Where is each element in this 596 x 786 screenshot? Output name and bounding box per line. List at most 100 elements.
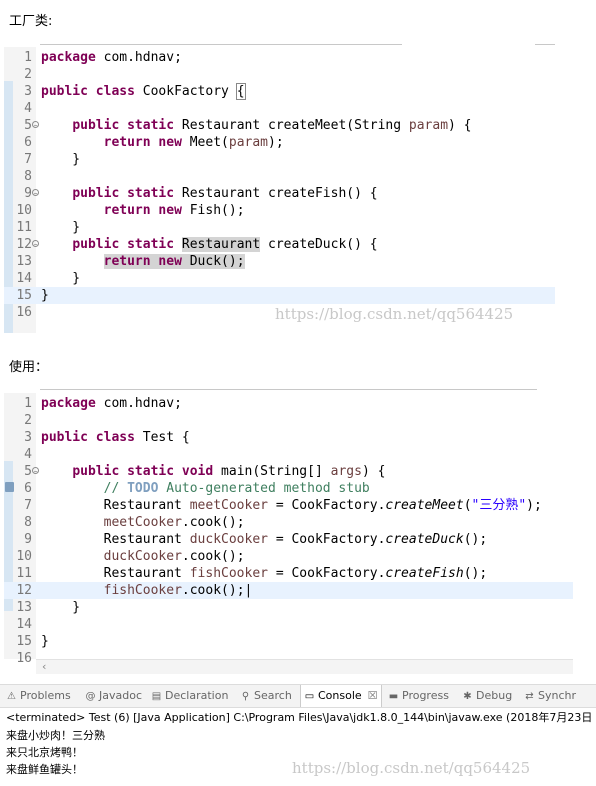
line-number: 6 <box>24 135 32 150</box>
code-token: "三分熟" <box>471 498 527 513</box>
console-output-line: 来只北京烤鸭！ <box>6 746 83 759</box>
code-text: } <box>41 287 49 304</box>
code-line[interactable]: 7 } <box>4 151 555 168</box>
line-number: 4 <box>24 101 32 116</box>
code-text: public static Restaurant createFish() { <box>41 185 378 202</box>
tab-label: Debug <box>476 689 513 702</box>
close-icon[interactable]: ☒ <box>368 689 378 702</box>
code-token: ); <box>268 135 284 150</box>
code-token: ) { <box>361 464 386 479</box>
code-line[interactable]: 10 duckCooker.cook(); <box>4 548 573 565</box>
code-line[interactable]: 5− public static Restaurant createMeet(S… <box>4 117 555 134</box>
code-token: { <box>235 83 246 100</box>
code-token: .cook(); <box>181 549 245 564</box>
usage-heading: 使用： <box>9 360 49 375</box>
code-line[interactable]: 4 <box>4 446 573 463</box>
divider <box>535 44 555 45</box>
code-line[interactable]: 11 Restaurant fishCooker = CookFactory.c… <box>4 565 573 582</box>
code-line[interactable]: 9− public static Restaurant createFish()… <box>4 185 555 202</box>
code-token: duckCooker <box>103 549 182 564</box>
code-text: return new Meet(param); <box>41 134 284 151</box>
fold-toggle-icon[interactable]: − <box>32 240 39 248</box>
code-line[interactable]: 13 return new Duck(); <box>4 253 555 270</box>
tab-progress[interactable]: ▬ Progress <box>388 689 449 702</box>
line-number: 2 <box>24 67 32 82</box>
code-text: fishCooker.cook();| <box>41 582 253 599</box>
code-line[interactable]: 1 package com.hdnav; <box>4 49 555 66</box>
code-line[interactable]: 15} <box>4 633 573 650</box>
code-token: class <box>95 430 135 445</box>
code-text: duckCooker.cook(); <box>41 548 245 565</box>
code-token: return <box>103 254 151 269</box>
fold-toggle-icon[interactable]: − <box>32 467 39 475</box>
code-token: createDuck() { <box>260 237 378 252</box>
code-line[interactable]: 3 public class Test { <box>4 429 573 446</box>
code-line[interactable]: 15} <box>4 287 555 304</box>
code-token: new <box>158 203 182 218</box>
code-token: Restaurant <box>181 237 261 252</box>
code-line[interactable]: 2 <box>4 66 555 83</box>
code-token: main(String[] <box>213 464 331 479</box>
code-token: Restaurant createFish() { <box>174 186 378 201</box>
line-number: 2 <box>24 413 32 428</box>
code-token: new <box>158 135 182 150</box>
code-line[interactable]: 12− public static Restaurant createDuck(… <box>4 236 555 253</box>
code-line[interactable]: 2 <box>4 412 573 429</box>
code-line[interactable]: 8 <box>4 168 555 185</box>
code-text: public static Restaurant createMeet(Stri… <box>41 117 472 134</box>
code-text: return new Fish(); <box>41 202 245 219</box>
code-token: com.hdnav; <box>95 50 182 65</box>
code-line[interactable]: 6 // TODO Auto-generated method stub <box>4 480 573 497</box>
code-line[interactable]: 11 } <box>4 219 555 236</box>
code-token: .cook(); <box>181 515 245 530</box>
factory-heading: 工厂类: <box>9 14 53 29</box>
code-line[interactable]: 9 Restaurant duckCooker = CookFactory.cr… <box>4 531 573 548</box>
code-line[interactable]: 5− public static void main(String[] args… <box>4 463 573 480</box>
code-line[interactable]: 4 <box>4 100 555 117</box>
line-number: 13 <box>16 600 32 615</box>
code-line[interactable]: 10 return new Fish(); <box>4 202 555 219</box>
usage-code-editor[interactable]: 1 package com.hdnav; 2 3 public class Test {… <box>4 393 573 666</box>
code-token: = CookFactory. <box>268 566 386 581</box>
code-line[interactable]: 14 } <box>4 270 555 287</box>
code-text: // TODO Auto-generated method stub <box>41 480 370 497</box>
tab-label: Problems <box>20 689 71 702</box>
code-line[interactable]: 13 } <box>4 599 573 616</box>
tab-synchr[interactable]: ⇄ Synchr <box>524 689 576 702</box>
tab-javadoc[interactable]: @ Javadoc <box>85 689 143 702</box>
code-line[interactable]: 1 package com.hdnav; <box>4 395 573 412</box>
tab-label: Console <box>318 689 362 702</box>
debug-icon: ✱ <box>463 691 472 702</box>
problems-icon: ⚠ <box>7 691 16 702</box>
tab-debug[interactable]: ✱ Debug <box>462 689 512 702</box>
line-number: 12 <box>16 583 32 598</box>
code-line[interactable]: 7 Restaurant meetCooker = CookFactory.cr… <box>4 497 573 514</box>
tab-problems[interactable]: ⚠ Problems <box>6 689 71 702</box>
synchronize-icon: ⇄ <box>525 691 534 702</box>
fold-toggle-icon[interactable]: − <box>32 189 39 197</box>
task-marker-icon[interactable] <box>5 482 14 492</box>
code-line[interactable]: 8 meetCooker.cook(); <box>4 514 573 531</box>
code-line[interactable]: 14 <box>4 616 573 633</box>
factory-code-editor[interactable]: 1 package com.hdnav; 2 3 public class CookFa… <box>4 47 555 333</box>
code-line[interactable]: 6 return new Meet(param); <box>4 134 555 151</box>
tab-console[interactable]: ▭ Console ☒ <box>300 685 382 707</box>
code-line[interactable]: 12 fishCooker.cook();| <box>4 582 573 599</box>
code-token: ) { <box>448 118 472 133</box>
tab-declaration[interactable]: ▤ Declaration <box>151 689 229 702</box>
scroll-left-icon[interactable]: ‹ <box>42 660 46 673</box>
console-output-line: 来盘小炒肉！三分熟 <box>6 729 105 742</box>
code-token: public <box>72 118 120 133</box>
code-line[interactable]: 3 public class CookFactory { <box>4 83 555 100</box>
code-token: (); <box>463 532 488 547</box>
horizontal-scrollbar[interactable]: ‹ <box>36 659 573 674</box>
fold-toggle-icon[interactable]: − <box>32 121 39 129</box>
tab-search[interactable]: ⚲ Search <box>240 689 292 702</box>
code-text: Restaurant duckCooker = CookFactory.crea… <box>41 531 488 548</box>
